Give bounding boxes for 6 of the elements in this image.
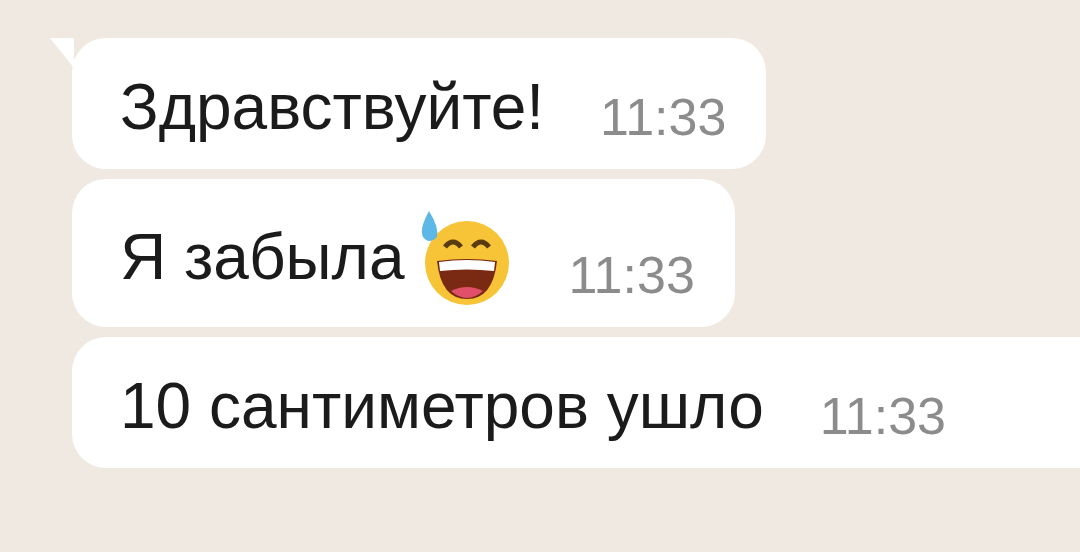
message-time: 11:33 (600, 91, 727, 144)
message-time: 11:33 (819, 390, 946, 443)
message-text: Здравствуйте! (120, 70, 545, 145)
message-time: 11:33 (568, 249, 695, 302)
message-text: Я забыла (120, 219, 405, 295)
message-text: 10 сантиметров ушло (120, 369, 764, 445)
